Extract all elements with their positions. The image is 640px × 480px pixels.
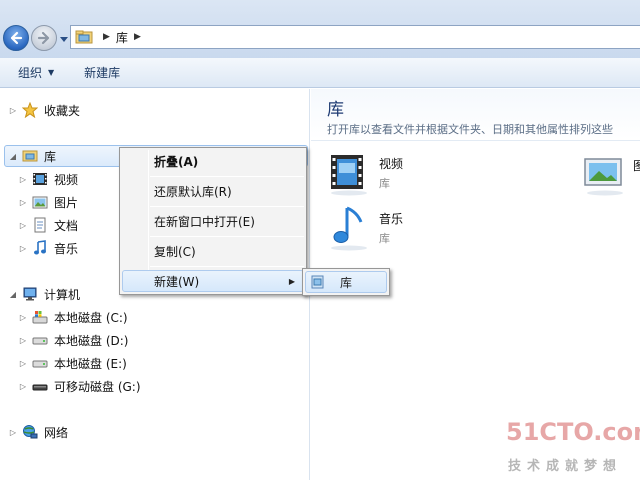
library-tile-videos[interactable]: 视频 库 [327, 149, 403, 197]
nav-label-videos: 视频 [54, 172, 79, 187]
library-icon [311, 275, 324, 289]
watermark-tagline: 技术成就梦想 [508, 459, 623, 474]
star-icon [21, 102, 39, 118]
forward-button[interactable] [31, 25, 57, 51]
page-description: 打开库以查看文件并根据文件夹、日期和其他属性排列这些 [327, 123, 613, 136]
library-tile-pictures[interactable]: 图 [581, 151, 640, 199]
tile-name-music: 音乐 [379, 212, 404, 226]
nav-label-favorites: 收藏夹 [44, 103, 81, 118]
film-icon [31, 171, 49, 187]
nav-label-drive-d: 本地磁盘 (D:) [54, 333, 129, 348]
breadcrumb-libraries[interactable]: 库 [116, 29, 128, 46]
nav-item-drive-c[interactable]: ▷ 本地磁盘 (C:) [18, 307, 128, 327]
submenu-arrow-icon: ▶ [288, 276, 295, 286]
tile-sub-videos: 库 [379, 177, 390, 190]
nav-label-libraries: 库 [44, 149, 57, 164]
menu-item-new[interactable]: 新建(W) ▶ [122, 270, 304, 292]
expand-arrow-icon[interactable]: ▷ [18, 359, 28, 368]
address-box[interactable]: ▶ 库 ▶ [70, 25, 640, 49]
hard-drive-icon [31, 355, 49, 371]
menu-separator [150, 236, 304, 237]
command-bar: 组织 ▼ 新建库 [0, 58, 640, 88]
nav-item-drive-g[interactable]: ▷ 可移动磁盘 (G:) [18, 376, 141, 396]
library-header: 库 打开库以查看文件并根据文件夹、日期和其他属性排列这些 [311, 89, 640, 141]
organize-button[interactable]: 组织 ▼ [18, 64, 54, 81]
nav-item-favorites[interactable]: ▷ 收藏夹 [8, 100, 80, 120]
recent-pages-dropdown-icon[interactable] [60, 35, 68, 43]
expand-arrow-icon[interactable]: ▷ [18, 336, 28, 345]
document-icon [31, 217, 49, 233]
music-note-icon [31, 240, 49, 256]
menu-item-open-new-window[interactable]: 在新窗口中打开(E) [122, 210, 304, 232]
address-bar-strip: ▶ 库 ▶ [0, 0, 640, 58]
menu-separator [150, 176, 304, 177]
menu-separator [150, 206, 304, 207]
arrow-right-icon [37, 31, 50, 45]
organize-label: 组织 [18, 66, 43, 80]
film-icon [327, 149, 375, 197]
computer-icon [21, 286, 39, 302]
nav-label-music: 音乐 [54, 241, 79, 256]
nav-label-documents: 文档 [54, 218, 79, 233]
tile-sub-music: 库 [379, 232, 390, 245]
expand-arrow-icon[interactable]: ▷ [18, 198, 28, 207]
library-tile-music[interactable]: 音乐 库 [327, 204, 403, 252]
picture-icon [31, 194, 49, 210]
expand-arrow-icon[interactable]: ▷ [18, 221, 28, 230]
new-library-button[interactable]: 新建库 [84, 64, 120, 81]
context-menu: 折叠(A) 还原默认库(R) 在新窗口中打开(E) 复制(C) 新建(W) ▶ [119, 147, 307, 295]
nav-item-libraries[interactable]: ◢ 库 [8, 146, 56, 166]
new-library-label: 新建库 [84, 66, 121, 80]
back-button[interactable] [3, 25, 29, 51]
tile-name-videos: 视频 [379, 157, 404, 171]
expand-arrow-icon[interactable]: ▷ [18, 313, 28, 322]
chevron-right-icon[interactable]: ▶ [134, 32, 141, 42]
nav-item-music[interactable]: ▷ 音乐 [18, 238, 78, 258]
nav-item-network[interactable]: ▷ 网络 [8, 422, 68, 442]
nav-item-videos[interactable]: ▷ 视频 [18, 169, 78, 189]
collapse-arrow-icon[interactable]: ◢ [8, 290, 18, 299]
nav-item-drive-e[interactable]: ▷ 本地磁盘 (E:) [18, 353, 127, 373]
picture-frame-icon [581, 151, 629, 199]
nav-item-documents[interactable]: ▷ 文档 [18, 215, 78, 235]
nav-label-network: 网络 [44, 425, 69, 440]
menu-item-collapse[interactable]: 折叠(A) [122, 150, 304, 172]
nav-label-computer: 计算机 [44, 287, 81, 302]
nav-label-drive-c: 本地磁盘 (C:) [54, 310, 128, 325]
hard-drive-icon [31, 332, 49, 348]
nav-label-drive-g: 可移动磁盘 (G:) [54, 379, 141, 394]
menu-item-new-label: 新建(W) [154, 274, 200, 289]
network-icon [21, 424, 39, 440]
submenu-item-library[interactable]: 库 [305, 271, 387, 293]
submenu-item-library-label: 库 [340, 275, 353, 290]
removable-drive-icon [31, 378, 49, 394]
library-folder-icon [75, 30, 93, 44]
nav-label-drive-e: 本地磁盘 (E:) [54, 356, 127, 371]
expand-arrow-icon[interactable]: ▷ [18, 175, 28, 184]
nav-item-computer[interactable]: ◢ 计算机 [8, 284, 80, 304]
menu-item-copy[interactable]: 复制(C) [122, 240, 304, 262]
menu-item-restore-default-libraries[interactable]: 还原默认库(R) [122, 180, 304, 202]
library-folder-icon [21, 148, 39, 164]
watermark-logo: 51CTO.com [506, 418, 640, 446]
chevron-down-icon: ▼ [48, 68, 55, 77]
chevron-right-icon[interactable]: ▶ [103, 32, 110, 42]
music-note-icon [327, 204, 375, 252]
tile-name-pictures: 图 [633, 159, 640, 173]
page-title: 库 [327, 100, 344, 120]
menu-separator [150, 266, 304, 267]
system-drive-icon [31, 309, 49, 325]
nav-item-pictures[interactable]: ▷ 图片 [18, 192, 78, 212]
nav-item-drive-d[interactable]: ▷ 本地磁盘 (D:) [18, 330, 129, 350]
expand-arrow-icon[interactable]: ▷ [18, 382, 28, 391]
arrow-left-icon [10, 31, 23, 45]
new-submenu: 库 [302, 268, 390, 296]
expand-arrow-icon[interactable]: ▷ [18, 244, 28, 253]
expand-arrow-icon[interactable]: ▷ [8, 106, 18, 115]
expand-arrow-icon[interactable]: ▷ [8, 428, 18, 437]
collapse-arrow-icon[interactable]: ◢ [8, 152, 18, 161]
nav-label-pictures: 图片 [54, 195, 79, 210]
